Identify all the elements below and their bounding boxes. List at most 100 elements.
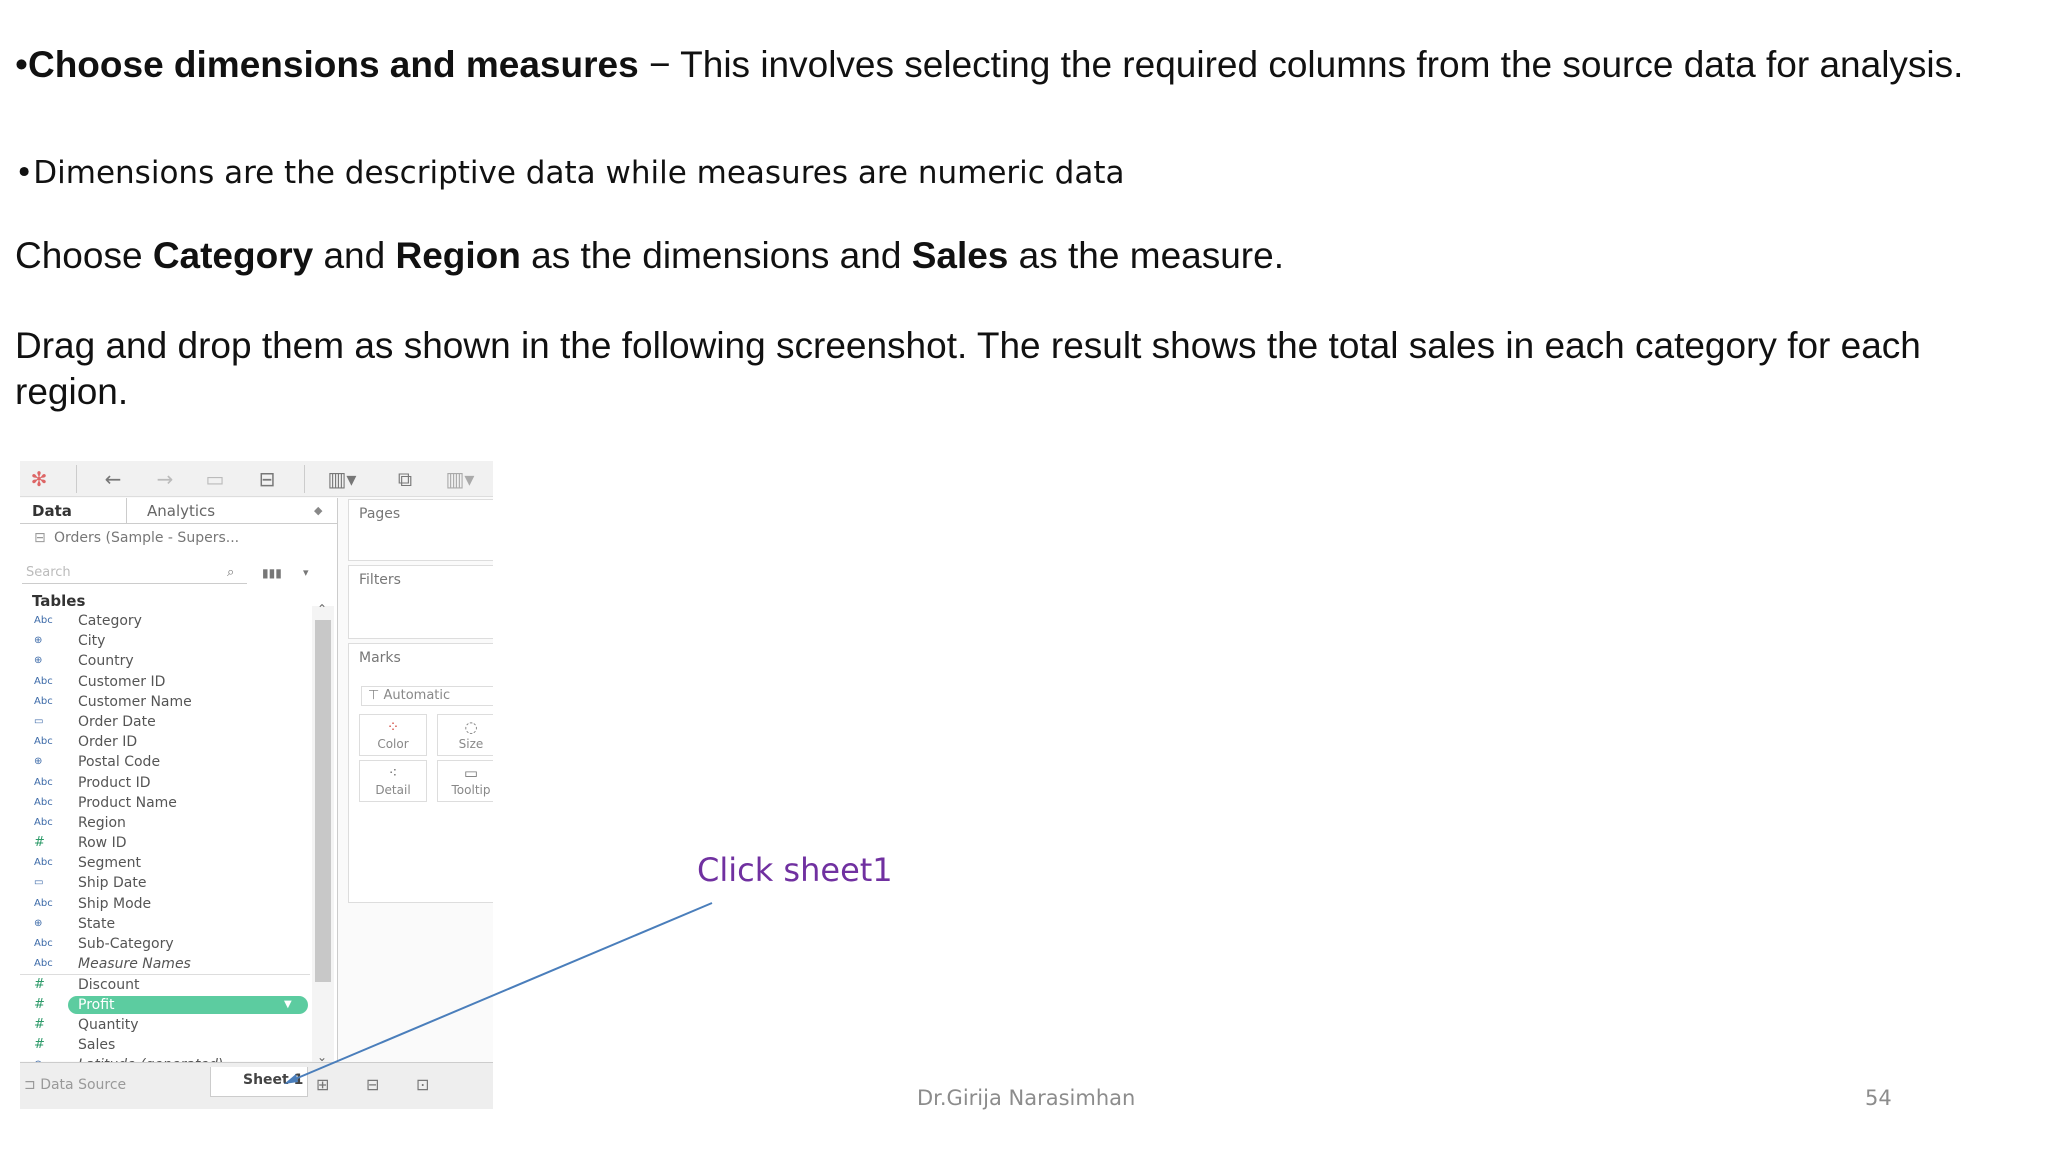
paragraph-text: − This involves selecting the required c… bbox=[638, 44, 1964, 85]
field-label: Region bbox=[78, 814, 126, 831]
marks-card: Marks ⊤ Automatic ⁘ Color ◌ Size ⁖ Detail ▭… bbox=[348, 643, 493, 903]
new-story-icon[interactable]: ⊡ bbox=[416, 1075, 429, 1094]
field-item[interactable]: Abc Measure Names bbox=[20, 954, 310, 974]
string-type-icon: Abc bbox=[34, 796, 53, 808]
search-field[interactable]: Search ⌕ bbox=[22, 564, 247, 584]
bold-region: Region bbox=[395, 235, 521, 276]
date-type-icon: ▭ bbox=[34, 715, 44, 727]
number-type-icon: # bbox=[34, 835, 45, 851]
field-item[interactable]: ▭ Ship Date bbox=[20, 873, 310, 893]
new-worksheet-icon[interactable]: ⊞ bbox=[316, 1075, 329, 1094]
field-item[interactable]: Abc Ship Mode bbox=[20, 894, 310, 914]
field-item[interactable]: Abc Customer Name bbox=[20, 692, 310, 712]
tab-divider bbox=[126, 498, 127, 524]
new-dashboard-icon[interactable]: ⊟ bbox=[366, 1075, 379, 1094]
tab-analytics[interactable]: Analytics bbox=[147, 502, 215, 520]
geo-type-icon: ⊕ bbox=[34, 917, 43, 929]
paragraph-dimensions-definition: •Dimensions are the descriptive data whi… bbox=[15, 155, 1125, 191]
field-item[interactable]: Abc Product ID bbox=[20, 773, 310, 793]
sheet-tab[interactable]: Sheet 1 bbox=[210, 1067, 308, 1097]
shelf-title: Marks bbox=[359, 650, 401, 666]
string-type-icon: Abc bbox=[34, 816, 53, 828]
scroll-thumb[interactable] bbox=[315, 620, 331, 982]
back-icon[interactable]: ← bbox=[98, 467, 128, 491]
field-item[interactable]: # Discount bbox=[20, 974, 310, 994]
field-item[interactable]: # Row ID bbox=[20, 833, 310, 853]
number-type-icon: # bbox=[34, 996, 45, 1012]
new-data-source-icon[interactable]: ⊟ bbox=[252, 467, 282, 491]
mark-type-dropdown[interactable]: ⊤ Automatic bbox=[361, 686, 493, 706]
field-label: Customer Name bbox=[78, 693, 192, 710]
tooltip-button[interactable]: ▭ Tooltip bbox=[437, 760, 493, 802]
tableau-logo-icon: ✻ bbox=[30, 467, 48, 491]
scrollbar[interactable]: ⌃ ⌄ bbox=[312, 602, 334, 1066]
number-type-icon: # bbox=[34, 1036, 45, 1052]
field-label: Product ID bbox=[78, 774, 151, 791]
database-icon: ⊐ bbox=[24, 1077, 41, 1093]
tooltip-icon: ▭ bbox=[463, 764, 479, 782]
pane-tabs: Data Analytics ◆ bbox=[20, 498, 338, 524]
data-source-tab[interactable]: ⊐ Data Source bbox=[24, 1077, 126, 1093]
field-label: Order ID bbox=[78, 734, 138, 751]
field-item[interactable]: # Quantity bbox=[20, 1015, 310, 1035]
shelf-title: Filters bbox=[359, 572, 401, 588]
field-label: Segment bbox=[78, 855, 141, 872]
search-placeholder: Search bbox=[26, 565, 71, 580]
mark-type-label: Automatic bbox=[383, 688, 451, 703]
field-item[interactable]: Abc Product Name bbox=[20, 793, 310, 813]
field-item[interactable]: Abc Region bbox=[20, 813, 310, 833]
size-label: Size bbox=[458, 737, 484, 751]
string-type-icon: Abc bbox=[34, 776, 53, 788]
field-item[interactable]: ⊕ State bbox=[20, 914, 310, 934]
scroll-up-icon[interactable]: ⌃ bbox=[317, 602, 327, 616]
field-item[interactable]: ⊕ Postal Code bbox=[20, 752, 310, 772]
tables-heading: Tables bbox=[32, 592, 86, 610]
forward-icon[interactable]: → bbox=[150, 467, 180, 491]
detail-label: Detail bbox=[375, 783, 411, 797]
search-icon: ⌕ bbox=[227, 565, 235, 580]
geo-type-icon: ⊕ bbox=[34, 756, 43, 768]
field-label: Ship Date bbox=[78, 875, 147, 892]
view-toggle-icon[interactable]: ▮▮▮ bbox=[262, 566, 282, 580]
filters-shelf[interactable]: Filters bbox=[348, 565, 493, 639]
field-label: Sub-Category bbox=[78, 936, 174, 952]
field-item[interactable]: Abc Customer ID bbox=[20, 672, 310, 692]
field-item[interactable]: ⊕ City bbox=[20, 631, 310, 651]
color-button[interactable]: ⁘ Color bbox=[359, 714, 427, 756]
chevron-down-icon[interactable]: ▼ bbox=[284, 995, 292, 1015]
field-label: State bbox=[78, 915, 116, 932]
field-item[interactable]: ▭ Order Date bbox=[20, 712, 310, 732]
field-label: Postal Code bbox=[78, 754, 161, 771]
field-item-selected[interactable]: # Profit ▼ bbox=[20, 995, 310, 1015]
minimize-pane-icon[interactable]: ◆ bbox=[314, 502, 322, 520]
paragraph-choose-category-region: Choose Category and Region as the dimens… bbox=[15, 233, 1284, 279]
string-type-icon: Abc bbox=[34, 857, 53, 869]
data-pane: Data Analytics ◆ ⊟ Orders (Sample - Super… bbox=[20, 498, 338, 1073]
field-label: Customer ID bbox=[78, 673, 166, 690]
data-source-item[interactable]: ⊟ Orders (Sample - Supers... bbox=[34, 530, 239, 546]
bold-heading: Choose dimensions and measures bbox=[27, 44, 639, 85]
geo-type-icon: ⊕ bbox=[34, 655, 43, 667]
duplicate-sheet-icon[interactable]: ⧉ bbox=[390, 467, 420, 491]
field-item[interactable]: Abc Category bbox=[20, 611, 310, 631]
footer-author: Dr.Girija Narasimhan bbox=[917, 1086, 1136, 1110]
field-label: Row ID bbox=[78, 835, 127, 852]
field-label: City bbox=[78, 633, 106, 650]
detail-button[interactable]: ⁖ Detail bbox=[359, 760, 427, 802]
page-number: 54 bbox=[1865, 1086, 1892, 1110]
shelf-title: Pages bbox=[359, 506, 401, 522]
pages-shelf[interactable]: Pages bbox=[348, 499, 493, 561]
clear-sheet-icon[interactable]: ▥▾ bbox=[440, 467, 480, 491]
save-icon[interactable]: ▭ bbox=[200, 467, 230, 491]
field-item[interactable]: Abc Order ID bbox=[20, 732, 310, 752]
field-list: Abc Category ⊕ City ⊕ Country Abc Customer I… bbox=[20, 611, 310, 1075]
paragraph-choose-dimensions: •Choose dimensions and measures − This i… bbox=[15, 42, 1995, 88]
field-item[interactable]: Abc Segment bbox=[20, 853, 310, 873]
sort-dropdown-icon[interactable]: ▾ bbox=[303, 566, 309, 579]
field-item[interactable]: ⊕ Country bbox=[20, 651, 310, 671]
size-button[interactable]: ◌ Size bbox=[437, 714, 493, 756]
field-item[interactable]: Abc Sub-Category bbox=[20, 934, 310, 954]
tab-data[interactable]: Data bbox=[32, 502, 72, 520]
field-item[interactable]: # Sales bbox=[20, 1035, 310, 1055]
new-worksheet-icon[interactable]: ▥▾ bbox=[322, 467, 362, 491]
